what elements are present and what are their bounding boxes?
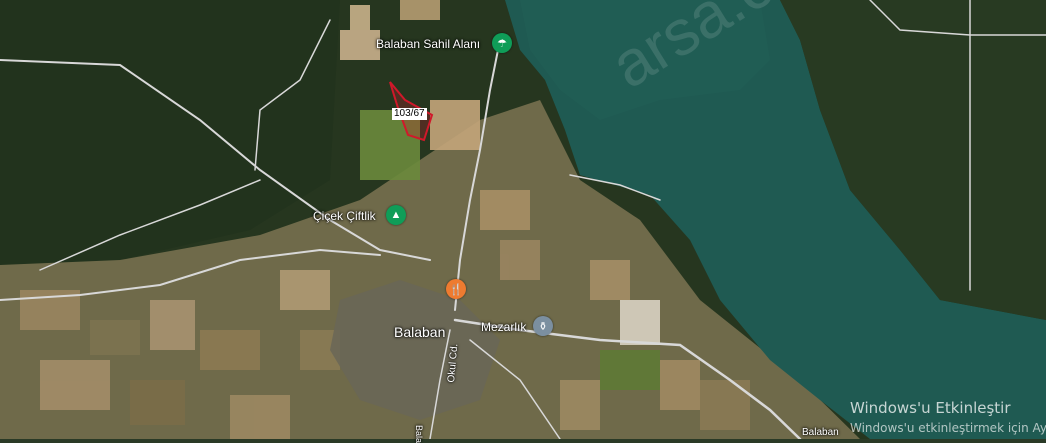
fork-knife-icon: 🍴: [449, 283, 463, 296]
windows-activation-subtitle: Windows'u etkinleştirmek için Ay: [850, 421, 1046, 435]
cemetery-icon: ⚱: [538, 320, 548, 333]
windows-activation-title: Windows'u Etkinleştir: [850, 399, 1011, 417]
restaurant-pin[interactable]: 🍴: [446, 279, 466, 299]
campground-icon: ▲: [390, 209, 402, 221]
camp-label[interactable]: Çiçek Çiftlik: [313, 209, 376, 223]
satellite-map[interactable]: [0, 0, 1046, 439]
camp-pin[interactable]: ▲: [386, 205, 406, 225]
cemetery-pin[interactable]: ⚱: [533, 316, 553, 336]
beach-label[interactable]: Balaban Sahil Alanı: [376, 37, 480, 51]
street-label-balaban: Balaban: [802, 427, 839, 438]
parcel-label[interactable]: 103/67: [392, 108, 427, 120]
town-label[interactable]: Balaban: [394, 324, 445, 340]
beach-pin[interactable]: ☂: [492, 33, 512, 53]
beach-umbrella-icon: ☂: [497, 37, 507, 50]
street-label-bala: Bala: [414, 425, 424, 443]
cemetery-label[interactable]: Mezarlık: [481, 320, 526, 334]
